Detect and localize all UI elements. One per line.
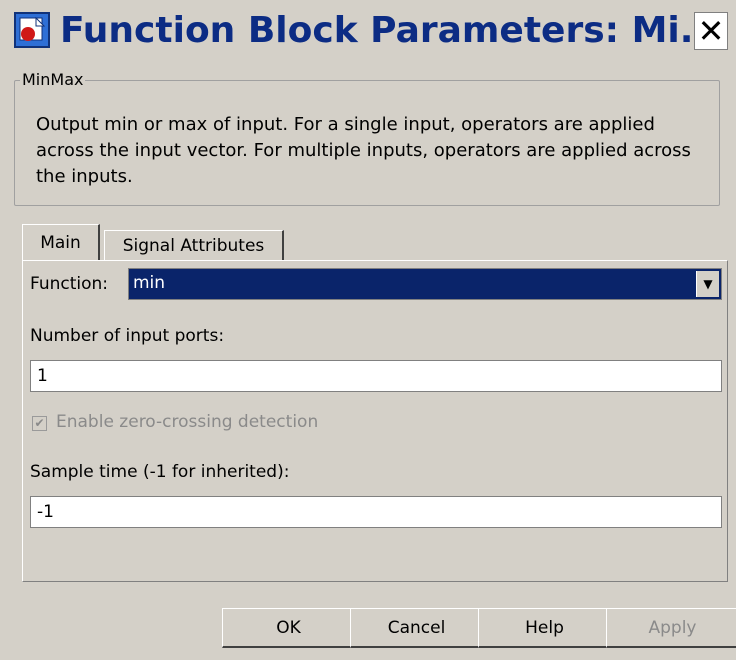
sample-time-field[interactable] [30,496,722,528]
simulink-block-icon [14,12,50,48]
apply-button[interactable]: Apply [606,608,736,648]
zero-crossing-label: Enable zero-crossing detection [56,412,319,432]
close-button[interactable]: ✕ [694,12,728,50]
function-label: Function: [30,274,109,294]
zero-crossing-checkbox[interactable]: ✔ [32,416,47,431]
input-ports-label: Number of input ports: [30,326,225,346]
sample-time-label: Sample time (-1 for inherited): [30,462,290,482]
window-title: Function Block Parameters: Mi... [60,10,721,51]
checkmark-icon: ✔ [34,416,45,430]
function-selected-value: min [133,273,166,293]
cancel-button[interactable]: Cancel [350,608,484,648]
dialog-window: Function Block Parameters: Mi... ✕ MinMa… [0,0,736,660]
chevron-down-icon[interactable]: ▼ [696,271,719,297]
tab-signal-attributes[interactable]: Signal Attributes [104,230,284,260]
function-select[interactable]: min ▼ [128,268,722,300]
block-description: Output min or max of input. For a single… [36,114,691,187]
close-icon: ✕ [697,12,725,50]
ok-button[interactable]: OK [222,608,356,648]
tab-main[interactable]: Main [22,224,100,260]
block-name: MinMax [20,70,86,89]
help-button[interactable]: Help [478,608,612,648]
input-ports-field[interactable] [30,360,722,392]
title-bar[interactable]: Function Block Parameters: Mi... ✕ [0,0,736,64]
